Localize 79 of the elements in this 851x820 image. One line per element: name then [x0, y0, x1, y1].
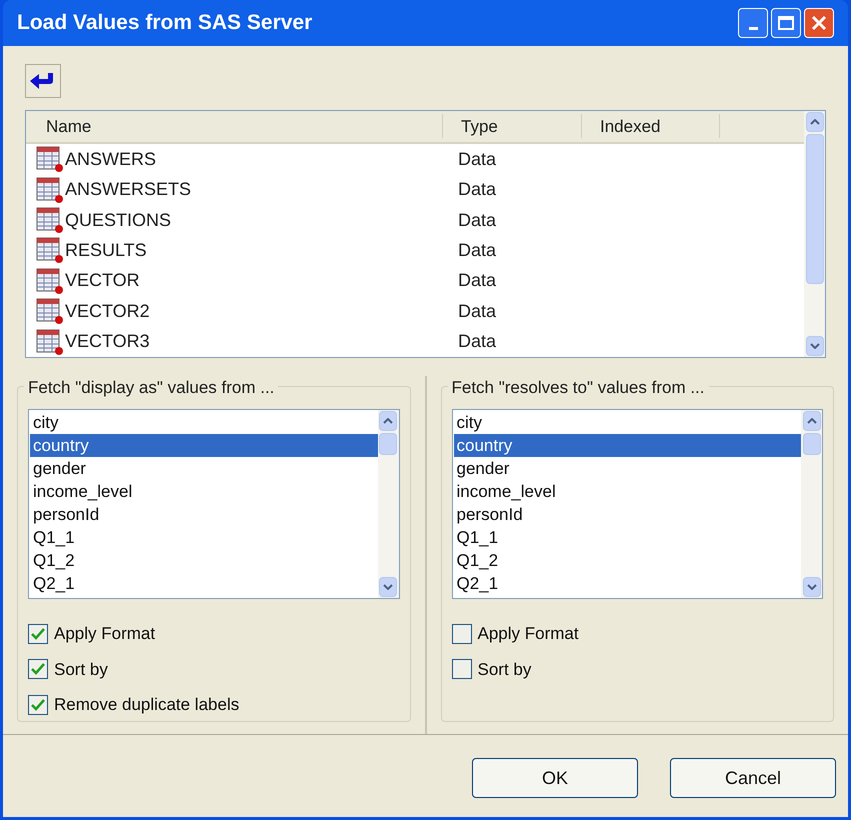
- table-icon: [36, 176, 64, 203]
- chevron-up-icon: [806, 418, 816, 424]
- table-type: Data: [457, 208, 496, 232]
- table-type: Data: [457, 330, 496, 354]
- scroll-thumb[interactable]: [806, 134, 824, 284]
- checkbox-label: Sort by: [478, 658, 532, 680]
- table-icon: [36, 328, 64, 355]
- list-item[interactable]: personId: [30, 503, 378, 526]
- list-item[interactable]: Q1_2: [454, 549, 801, 572]
- column-header[interactable]: Type: [443, 114, 582, 138]
- list-item[interactable]: Q1_1: [30, 526, 378, 549]
- checkbox[interactable]: [28, 694, 48, 715]
- table-icon: [36, 207, 64, 234]
- table-name[interactable]: ANSWERS: [65, 146, 156, 173]
- checkmark-icon: [31, 698, 45, 711]
- table-type: Data: [457, 148, 496, 171]
- minimize-button[interactable]: [738, 8, 768, 38]
- checkmark-icon: [31, 663, 45, 676]
- scroll-down-button[interactable]: [802, 577, 820, 597]
- checkbox-label: Sort by: [54, 658, 108, 680]
- list-item[interactable]: gender: [454, 457, 801, 480]
- list-item[interactable]: income_level: [30, 480, 378, 503]
- list-item[interactable]: Q2_1: [454, 572, 801, 595]
- scroll-thumb[interactable]: [379, 433, 397, 455]
- back-button[interactable]: [25, 64, 61, 98]
- column-header[interactable]: Indexed: [582, 114, 720, 138]
- checkmark-icon: [31, 628, 45, 640]
- table-icon: [36, 298, 64, 324]
- scroll-up-button[interactable]: [806, 112, 824, 132]
- table-name[interactable]: VECTOR: [65, 267, 140, 294]
- maximize-button[interactable]: [771, 8, 801, 38]
- table-icon: [36, 268, 64, 294]
- checkbox[interactable]: [28, 624, 48, 644]
- scroll-up-button[interactable]: [802, 411, 820, 431]
- list-item[interactable]: Q1_2: [30, 549, 378, 572]
- scroll-down-button[interactable]: [806, 336, 824, 356]
- ok-button[interactable]: OK: [472, 758, 638, 798]
- list-item[interactable]: city: [30, 411, 378, 434]
- table-type: Data: [457, 238, 496, 262]
- table-name[interactable]: VECTOR2: [65, 298, 150, 325]
- chevron-up-icon: [810, 119, 820, 125]
- list-item[interactable]: income_level: [454, 480, 801, 503]
- checkbox[interactable]: [28, 659, 48, 680]
- close-icon: [811, 15, 827, 31]
- table-type: Data: [457, 269, 496, 292]
- window-title: Load Values from SAS Server: [17, 10, 314, 36]
- scroll-up-button[interactable]: [379, 411, 397, 431]
- checkbox[interactable]: [452, 624, 472, 644]
- list-item[interactable]: city: [454, 411, 801, 434]
- scrollbar[interactable]: [378, 410, 398, 598]
- table-name[interactable]: RESULTS: [65, 236, 147, 264]
- table-icon: [36, 237, 64, 264]
- table-name[interactable]: ANSWERSETS: [65, 176, 192, 204]
- table-icon: [36, 146, 64, 172]
- chevron-down-icon: [806, 584, 816, 590]
- list-item[interactable]: country: [30, 434, 378, 457]
- cancel-button[interactable]: Cancel: [670, 758, 836, 798]
- table-name[interactable]: VECTOR3: [65, 328, 150, 356]
- scroll-thumb[interactable]: [802, 433, 820, 455]
- table-type: Data: [457, 178, 496, 202]
- scrollbar[interactable]: [801, 410, 822, 598]
- chevron-up-icon: [383, 418, 393, 424]
- table-name[interactable]: QUESTIONS: [65, 206, 172, 234]
- checkbox-label: Remove duplicate labels: [54, 694, 240, 716]
- chevron-down-icon: [810, 343, 820, 349]
- close-button[interactable]: [804, 8, 834, 38]
- list-item[interactable]: Q2_1: [30, 572, 378, 595]
- list-item[interactable]: gender: [30, 457, 378, 480]
- column-header[interactable]: Name: [26, 114, 443, 138]
- list-item[interactable]: country: [454, 434, 801, 457]
- table-type: Data: [457, 300, 496, 323]
- checkbox-label: Apply Format: [478, 623, 579, 645]
- scrollbar[interactable]: [804, 111, 825, 357]
- chevron-down-icon: [383, 584, 393, 590]
- list-item[interactable]: Q1_1: [454, 526, 801, 549]
- scroll-down-button[interactable]: [379, 577, 397, 597]
- checkbox-label: Apply Format: [54, 623, 156, 645]
- list-item[interactable]: personId: [454, 503, 801, 526]
- checkbox[interactable]: [452, 659, 472, 680]
